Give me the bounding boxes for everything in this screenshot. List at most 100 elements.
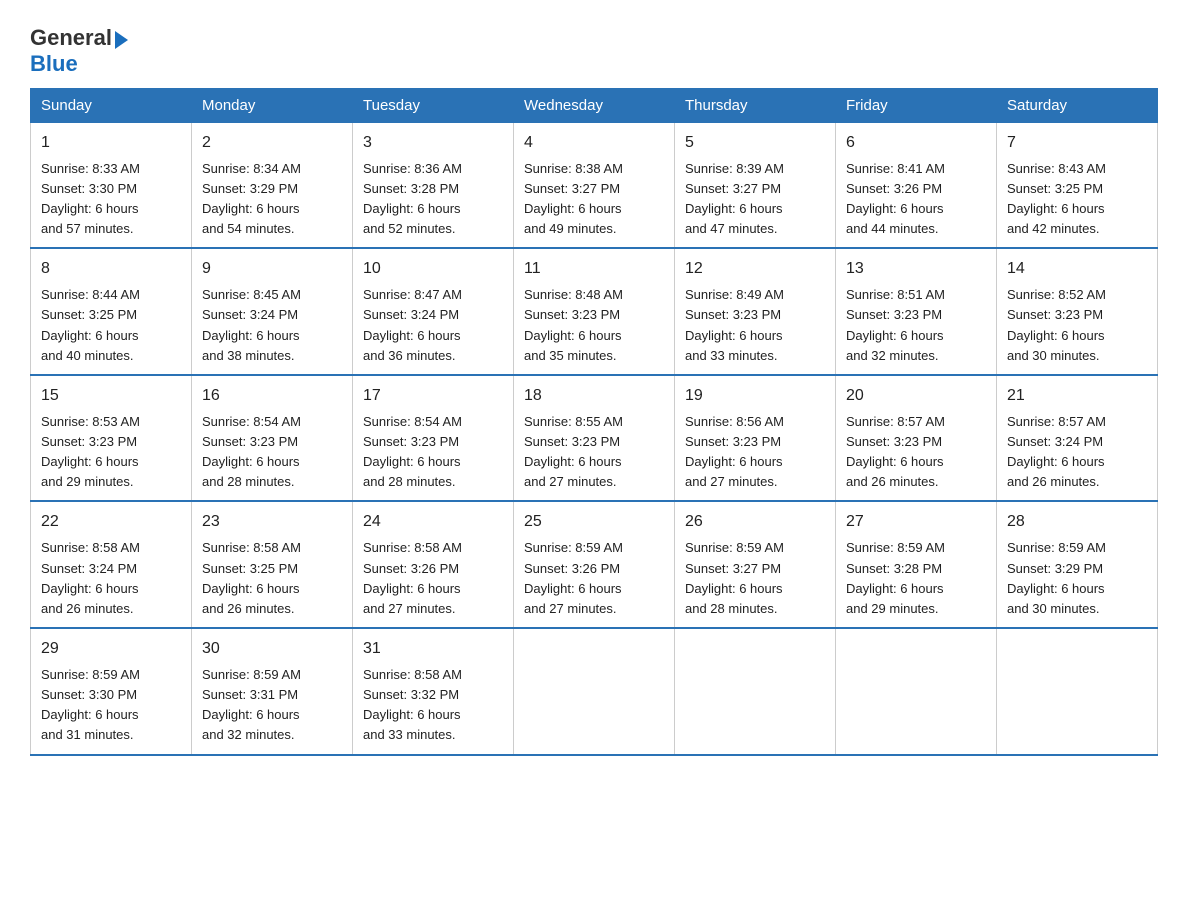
day-detail: Sunrise: 8:52 AMSunset: 3:23 PMDaylight:… [1007,285,1147,366]
day-number: 26 [685,510,825,534]
day-number: 29 [41,637,181,661]
day-detail: Sunrise: 8:34 AMSunset: 3:29 PMDaylight:… [202,159,342,240]
calendar-cell: 3Sunrise: 8:36 AMSunset: 3:28 PMDaylight… [353,122,514,248]
header-cell-friday: Friday [836,88,997,122]
day-detail: Sunrise: 8:58 AMSunset: 3:32 PMDaylight:… [363,665,503,746]
calendar-cell: 13Sunrise: 8:51 AMSunset: 3:23 PMDayligh… [836,248,997,375]
calendar-cell: 16 Sunrise: 8:54 AMSunset: 3:23 PMDayligh… [192,375,353,502]
calendar-cell: 21 Sunrise: 8:57 AMSunset: 3:24 PMDayligh… [997,375,1158,502]
day-number: 16 [202,384,342,408]
day-detail: Sunrise: 8:44 AMSunset: 3:25 PMDaylight:… [41,285,181,366]
week-row-3: 22Sunrise: 8:58 AMSunset: 3:24 PMDayligh… [31,501,1158,628]
calendar-cell: 24 Sunrise: 8:58 AMSunset: 3:26 PMDayligh… [353,501,514,628]
header-cell-sunday: Sunday [31,88,192,122]
calendar-cell: 27 Sunrise: 8:59 AMSunset: 3:28 PMDayligh… [836,501,997,628]
calendar-cell: 11Sunrise: 8:48 AMSunset: 3:23 PMDayligh… [514,248,675,375]
day-detail: Sunrise: 8:57 AMSunset: 3:23 PMDaylight:… [846,412,986,493]
calendar-cell: 8 Sunrise: 8:44 AMSunset: 3:25 PMDaylight… [31,248,192,375]
calendar-cell: 4 Sunrise: 8:38 AMSunset: 3:27 PMDaylight… [514,122,675,248]
day-number: 27 [846,510,986,534]
day-number: 21 [1007,384,1147,408]
calendar-cell: 25Sunrise: 8:59 AMSunset: 3:26 PMDayligh… [514,501,675,628]
day-detail: Sunrise: 8:56 AMSunset: 3:23 PMDaylight:… [685,412,825,493]
day-detail: Sunrise: 8:33 AMSunset: 3:30 PMDaylight:… [41,159,181,240]
calendar-cell: 31 Sunrise: 8:58 AMSunset: 3:32 PMDayligh… [353,628,514,755]
day-detail: Sunrise: 8:54 AMSunset: 3:23 PMDaylight:… [202,412,342,493]
calendar-cell: 12 Sunrise: 8:49 AMSunset: 3:23 PMDayligh… [675,248,836,375]
header-row: SundayMondayTuesdayWednesdayThursdayFrid… [31,88,1158,122]
day-number: 19 [685,384,825,408]
day-detail: Sunrise: 8:36 AMSunset: 3:28 PMDaylight:… [363,159,503,240]
day-detail: Sunrise: 8:43 AMSunset: 3:25 PMDaylight:… [1007,159,1147,240]
day-number: 5 [685,131,825,155]
day-number: 20 [846,384,986,408]
calendar-cell: 23Sunrise: 8:58 AMSunset: 3:25 PMDayligh… [192,501,353,628]
day-number: 1 [41,131,181,155]
day-number: 11 [524,257,664,281]
calendar-header: SundayMondayTuesdayWednesdayThursdayFrid… [31,88,1158,122]
calendar-cell: 20 Sunrise: 8:57 AMSunset: 3:23 PMDayligh… [836,375,997,502]
day-number: 4 [524,131,664,155]
day-number: 28 [1007,510,1147,534]
calendar-cell: 10 Sunrise: 8:47 AMSunset: 3:24 PMDayligh… [353,248,514,375]
day-detail: Sunrise: 8:38 AMSunset: 3:27 PMDaylight:… [524,159,664,240]
calendar-cell [836,628,997,755]
day-detail: Sunrise: 8:59 AMSunset: 3:30 PMDaylight:… [41,665,181,746]
day-detail: Sunrise: 8:45 AMSunset: 3:24 PMDaylight:… [202,285,342,366]
day-number: 9 [202,257,342,281]
day-number: 17 [363,384,503,408]
calendar-cell [675,628,836,755]
day-number: 24 [363,510,503,534]
day-number: 10 [363,257,503,281]
week-row-1: 8 Sunrise: 8:44 AMSunset: 3:25 PMDaylight… [31,248,1158,375]
day-number: 8 [41,257,181,281]
day-detail: Sunrise: 8:55 AMSunset: 3:23 PMDaylight:… [524,412,664,493]
day-detail: Sunrise: 8:53 AMSunset: 3:23 PMDaylight:… [41,412,181,493]
day-number: 23 [202,510,342,534]
calendar-cell [514,628,675,755]
calendar-cell: 2 Sunrise: 8:34 AMSunset: 3:29 PMDaylight… [192,122,353,248]
header: General Blue [30,20,1158,78]
header-cell-saturday: Saturday [997,88,1158,122]
calendar-cell: 6 Sunrise: 8:41 AMSunset: 3:26 PMDaylight… [836,122,997,248]
week-row-0: 1 Sunrise: 8:33 AMSunset: 3:30 PMDaylight… [31,122,1158,248]
day-number: 18 [524,384,664,408]
calendar-body: 1 Sunrise: 8:33 AMSunset: 3:30 PMDaylight… [31,122,1158,754]
day-detail: Sunrise: 8:41 AMSunset: 3:26 PMDaylight:… [846,159,986,240]
day-detail: Sunrise: 8:59 AMSunset: 3:31 PMDaylight:… [202,665,342,746]
day-detail: Sunrise: 8:51 AMSunset: 3:23 PMDaylight:… [846,285,986,366]
day-number: 2 [202,131,342,155]
day-number: 30 [202,637,342,661]
calendar-cell: 1 Sunrise: 8:33 AMSunset: 3:30 PMDaylight… [31,122,192,248]
week-row-4: 29 Sunrise: 8:59 AMSunset: 3:30 PMDayligh… [31,628,1158,755]
calendar-table: SundayMondayTuesdayWednesdayThursdayFrid… [30,88,1158,756]
day-number: 31 [363,637,503,661]
calendar-cell: 15Sunrise: 8:53 AMSunset: 3:23 PMDayligh… [31,375,192,502]
day-detail: Sunrise: 8:39 AMSunset: 3:27 PMDaylight:… [685,159,825,240]
header-cell-monday: Monday [192,88,353,122]
day-number: 7 [1007,131,1147,155]
day-detail: Sunrise: 8:57 AMSunset: 3:24 PMDaylight:… [1007,412,1147,493]
day-detail: Sunrise: 8:47 AMSunset: 3:24 PMDaylight:… [363,285,503,366]
logo-general-text: General [30,25,112,50]
calendar-cell [997,628,1158,755]
calendar-cell: 22Sunrise: 8:58 AMSunset: 3:24 PMDayligh… [31,501,192,628]
calendar-cell: 17 Sunrise: 8:54 AMSunset: 3:23 PMDayligh… [353,375,514,502]
logo-blue-text: Blue [30,51,78,76]
day-detail: Sunrise: 8:54 AMSunset: 3:23 PMDaylight:… [363,412,503,493]
header-cell-thursday: Thursday [675,88,836,122]
header-cell-tuesday: Tuesday [353,88,514,122]
day-detail: Sunrise: 8:49 AMSunset: 3:23 PMDaylight:… [685,285,825,366]
logo-arrow-icon [115,31,128,49]
day-detail: Sunrise: 8:59 AMSunset: 3:28 PMDaylight:… [846,538,986,619]
day-detail: Sunrise: 8:58 AMSunset: 3:26 PMDaylight:… [363,538,503,619]
day-detail: Sunrise: 8:58 AMSunset: 3:24 PMDaylight:… [41,538,181,619]
calendar-cell: 5 Sunrise: 8:39 AMSunset: 3:27 PMDaylight… [675,122,836,248]
day-number: 14 [1007,257,1147,281]
calendar-cell: 30 Sunrise: 8:59 AMSunset: 3:31 PMDayligh… [192,628,353,755]
day-number: 12 [685,257,825,281]
calendar-cell: 7 Sunrise: 8:43 AMSunset: 3:25 PMDaylight… [997,122,1158,248]
day-number: 6 [846,131,986,155]
calendar-cell: 28Sunrise: 8:59 AMSunset: 3:29 PMDayligh… [997,501,1158,628]
calendar-cell: 19 Sunrise: 8:56 AMSunset: 3:23 PMDayligh… [675,375,836,502]
